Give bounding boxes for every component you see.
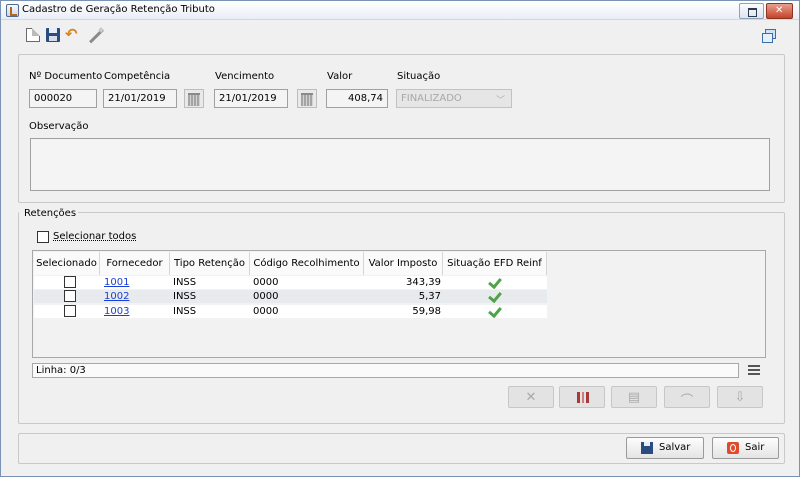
col-situacao-efd[interactable]: Situação EFD Reinf [443,252,547,275]
col-selecionado[interactable]: Selecionado [34,252,100,275]
valor-cell: 343,39 [406,277,441,288]
clear-button[interactable]: ⌒ [664,386,710,409]
windows-icon[interactable] [762,29,776,43]
check-icon [488,291,502,302]
situacao-label: Situação [397,71,441,82]
vencimento-label: Vencimento [215,71,275,82]
col-fornecedor[interactable]: Fornecedor [100,252,170,275]
col-valor-imposto[interactable]: Valor Imposto [364,252,443,275]
retencoes-title: Retenções [24,208,79,219]
export-button[interactable]: ⇩ [717,386,763,408]
select-all-checkbox[interactable] [37,231,49,243]
tipo-cell: INSS [173,291,197,302]
save-button[interactable]: Salvar [626,437,704,459]
magic-wand-icon[interactable] [88,28,104,44]
power-icon [727,442,739,454]
undo-icon[interactable]: ↶ [65,26,79,42]
table-row[interactable]: 1001 INSS 0000 343,39 [34,276,547,289]
new-document-icon[interactable] [26,28,40,42]
fornecedor-link[interactable]: 1002 [104,290,129,303]
documento-label: Nº Documento [29,71,103,82]
save-icon[interactable] [46,28,60,42]
main-window: Cadastro de Geração Retenção Tributo ↶ N… [0,0,800,477]
table-row[interactable]: 1002 INSS 0000 5,37 [34,290,547,303]
valor-label: Valor [327,71,353,82]
clipboard-button[interactable]: ▤ [611,386,657,408]
save-label: Salvar [659,442,691,453]
check-icon [488,277,502,288]
competencia-calendar-button[interactable] [184,89,204,108]
row-counter: Linha: 0/3 [32,363,739,378]
exit-label: Sair [745,442,765,453]
chevron-down-icon: ﹀ [495,96,505,106]
broom-icon: ⌒ [680,394,694,409]
competencia-label: Competência [104,71,171,82]
competencia-field[interactable]: 21/01/2019 [103,89,177,108]
fornecedor-link[interactable]: 1003 [104,305,129,318]
documento-field[interactable]: 000020 [29,89,97,108]
clipboard-icon: ▤ [627,390,641,405]
check-icon [488,306,502,317]
tipo-cell: INSS [173,277,197,288]
vencimento-field[interactable]: 21/01/2019 [214,89,288,108]
select-all-label[interactable]: Selecionar todos [53,231,136,242]
close-button[interactable] [766,3,793,19]
fornecedor-link[interactable]: 1001 [104,276,129,289]
app-icon [6,4,19,17]
observacao-textarea[interactable] [30,138,770,191]
vencimento-calendar-button[interactable] [297,89,317,108]
situacao-select[interactable]: FINALIZADO ﹀ [396,89,512,108]
delete-button[interactable]: ✕ [508,386,554,408]
row-checkbox[interactable] [64,290,76,302]
codigo-cell: 0000 [253,277,279,288]
title-bar: Cadastro de Geração Retenção Tributo [1,1,799,20]
row-checkbox[interactable] [64,276,76,288]
tipo-cell: INSS [173,306,197,317]
columns-button[interactable] [559,386,605,408]
col-codigo-recolhimento[interactable]: Código Recolhimento [250,252,364,275]
codigo-cell: 0000 [253,306,279,317]
observacao-label: Observação [29,121,89,132]
export-icon: ⇩ [734,390,746,405]
valor-cell: 5,37 [418,291,441,302]
columns-icon [577,392,589,403]
menu-icon[interactable] [748,365,760,375]
restore-button[interactable] [739,3,764,19]
window-title: Cadastro de Geração Retenção Tributo [22,4,215,15]
valor-field[interactable]: 408,74 [326,89,388,108]
retencoes-table: Selecionado Fornecedor Tipo Retenção Cód… [32,250,766,358]
table-row[interactable]: 1003 INSS 0000 59,98 [34,305,547,318]
exit-button[interactable]: Sair [712,437,779,459]
row-checkbox[interactable] [64,305,76,317]
save-icon [641,442,653,454]
valor-cell: 59,98 [412,306,441,317]
situacao-value: FINALIZADO [401,93,462,104]
col-tipo-retencao[interactable]: Tipo Retenção [170,252,250,275]
codigo-cell: 0000 [253,291,279,302]
delete-icon: ✕ [525,390,537,405]
